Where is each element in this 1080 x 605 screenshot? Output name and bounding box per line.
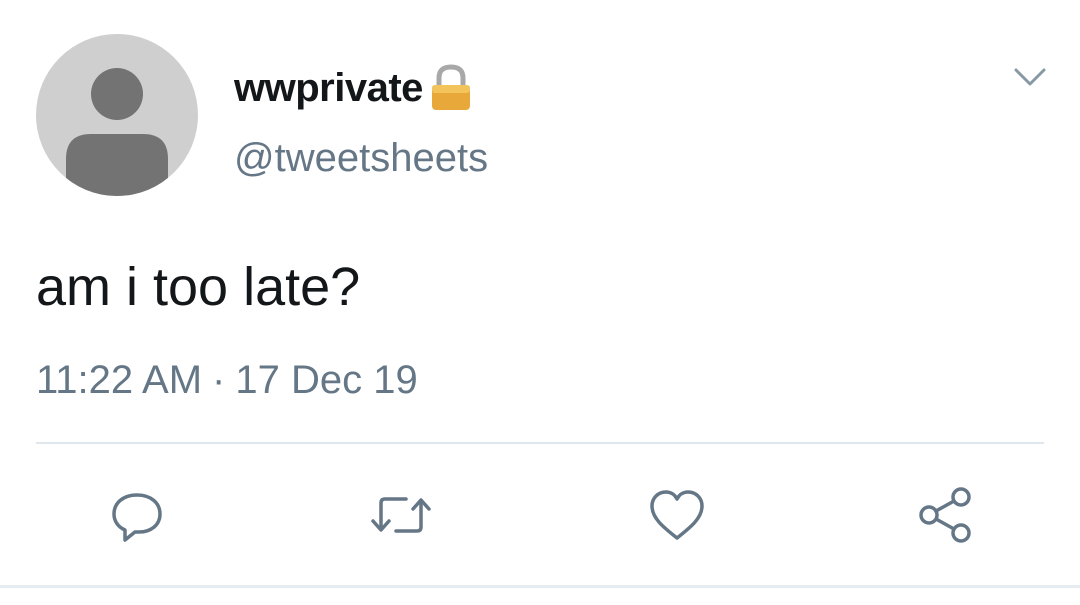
tweet-time: 11:22 AM (36, 358, 203, 402)
default-avatar-icon (66, 68, 168, 196)
like-button[interactable] (642, 480, 712, 550)
chevron-down-icon[interactable] (1010, 62, 1050, 92)
user-handle[interactable]: @tweetsheets (234, 136, 488, 181)
avatar[interactable] (36, 34, 198, 196)
timestamp-separator: · (212, 358, 226, 402)
share-button[interactable] (910, 480, 980, 550)
bottom-divider (0, 585, 1080, 588)
display-name-row: wwprivate (234, 62, 473, 114)
heart-icon (650, 490, 704, 540)
comment-icon (112, 493, 162, 542)
tweet-date: 17 Dec 19 (235, 358, 418, 402)
reply-button[interactable] (102, 480, 172, 550)
tweet-text: am i too late? (36, 257, 361, 317)
display-name[interactable]: wwprivate (234, 66, 423, 111)
timestamp[interactable]: 11:22 AM · 17 Dec 19 (36, 358, 418, 403)
divider (36, 442, 1044, 444)
lock-icon (429, 64, 473, 112)
retweet-icon (371, 497, 431, 533)
retweet-button[interactable] (366, 480, 436, 550)
share-icon (919, 487, 971, 543)
